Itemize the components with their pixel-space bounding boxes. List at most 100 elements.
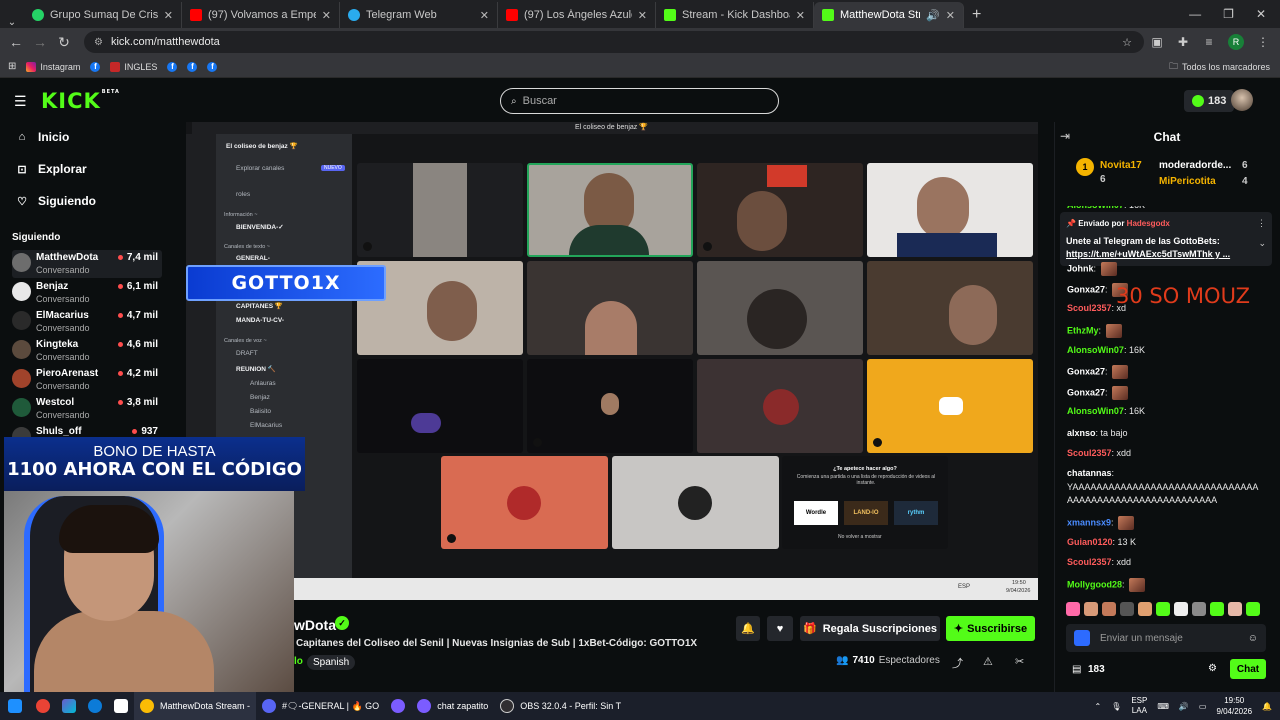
- facebook-icon[interactable]: f: [187, 61, 198, 72]
- minimize-icon[interactable]: —: [1189, 7, 1201, 21]
- follow-button[interactable]: ♥: [767, 616, 793, 641]
- media-icon[interactable]: ≡: [1196, 35, 1222, 49]
- site-info-icon[interactable]: ⚙: [94, 37, 103, 48]
- chat-username[interactable]: Gonxa27: [1067, 387, 1105, 397]
- activity-wordle[interactable]: Wordle: [794, 501, 838, 525]
- close-window-icon[interactable]: ✕: [1256, 7, 1266, 21]
- chat-username[interactable]: Guian0120: [1067, 537, 1113, 547]
- volume-icon[interactable]: 🔊: [1179, 702, 1189, 711]
- nav-siguiendo[interactable]: ♡ Siguiendo: [16, 194, 96, 208]
- chat-input[interactable]: Enviar un mensaje ☺: [1066, 624, 1266, 652]
- address-bar[interactable]: ⚙ kick.com/matthewdota ☆: [84, 31, 1144, 53]
- notifications-button[interactable]: 🔔: [736, 616, 760, 641]
- chat-username[interactable]: Gonxa27: [1067, 366, 1105, 376]
- clock[interactable]: 19:50 9/04/2026: [1216, 695, 1252, 717]
- stream-category[interactable]: lo: [294, 656, 303, 667]
- chat-username[interactable]: Mollygood28: [1067, 579, 1122, 589]
- emote[interactable]: [1102, 602, 1116, 616]
- back-icon[interactable]: ←: [4, 34, 28, 50]
- tab-search-icon[interactable]: ⌄: [0, 17, 24, 28]
- forward-icon[interactable]: →: [28, 34, 52, 50]
- notifications-icon[interactable]: 🔔: [1262, 702, 1272, 711]
- taskbar-pinned[interactable]: [30, 692, 56, 720]
- network-icon[interactable]: ⌨: [1157, 702, 1169, 711]
- chevron-up-icon[interactable]: ⌃: [1094, 702, 1101, 711]
- chat-send-button[interactable]: Chat: [1230, 659, 1266, 679]
- taskbar-pinned[interactable]: [56, 692, 82, 720]
- hamburger-menu-icon[interactable]: ☰: [14, 93, 27, 110]
- taskbar-app-obs[interactable]: OBS 32.0.4 - Perfil: Sin T: [494, 692, 627, 720]
- search-input[interactable]: ⌕ Buscar: [500, 88, 779, 114]
- taskbar-app-chat[interactable]: chat zapatito: [411, 692, 494, 720]
- taskbar-pinned[interactable]: [82, 692, 108, 720]
- bookmark-instagram[interactable]: Instagram: [26, 61, 80, 72]
- chat-username[interactable]: Johnk: [1067, 263, 1094, 273]
- bookmark-ingles[interactable]: INGLES: [110, 61, 157, 72]
- facebook-icon[interactable]: f: [207, 61, 218, 72]
- close-icon[interactable]: ✕: [796, 9, 805, 22]
- wallet-icon[interactable]: ▤: [1072, 664, 1081, 675]
- chat-username[interactable]: Scoul2357: [1067, 448, 1112, 458]
- emote[interactable]: [1156, 602, 1170, 616]
- language-tag[interactable]: Spanish: [307, 655, 356, 670]
- chat-username[interactable]: alxnso: [1067, 428, 1096, 438]
- browser-tab[interactable]: Grupo Sumaq De Crispín Alegr✕: [24, 2, 182, 28]
- chevron-down-icon[interactable]: ⌄: [1258, 238, 1266, 249]
- chat-username[interactable]: chatannas: [1067, 468, 1112, 478]
- gift-subs-button[interactable]: 🎁 Regala Suscripciones: [800, 616, 940, 641]
- chat-username[interactable]: Gonxa27: [1067, 284, 1105, 294]
- start-button[interactable]: [0, 692, 30, 720]
- emote[interactable]: [1066, 602, 1080, 616]
- kick-logo[interactable]: KICKBETA: [41, 89, 120, 113]
- sidebar-channel[interactable]: ElMacarius Conversando 4,7 mil: [12, 308, 162, 336]
- sidebar-channel[interactable]: PieroArenast Conversando 4,2 mil: [12, 366, 162, 394]
- close-icon[interactable]: ✕: [480, 9, 489, 22]
- close-icon[interactable]: ✕: [638, 9, 647, 22]
- close-icon[interactable]: ✕: [946, 9, 955, 22]
- report-icon[interactable]: ⚠: [983, 655, 993, 668]
- browser-tab[interactable]: (97) Volvamos a Empezar - You✕: [182, 2, 340, 28]
- bookmark-star-icon[interactable]: ☆: [1122, 36, 1132, 49]
- language-indicator[interactable]: ESP LAA: [1131, 696, 1147, 716]
- sidebar-channel[interactable]: Westcol Conversando 3,8 mil: [12, 395, 162, 423]
- emote[interactable]: [1210, 602, 1224, 616]
- sidebar-channel[interactable]: Benjaz Conversando 6,1 mil: [12, 279, 162, 307]
- taskbar-app-discord[interactable]: #🗨-GENERAL | 🔥 GO: [256, 692, 385, 720]
- taskbar-app-kick[interactable]: [385, 692, 411, 720]
- emote[interactable]: [1120, 602, 1134, 616]
- browser-tab-active[interactable]: MatthewDota Stream - Wat🔊✕: [814, 2, 964, 28]
- chat-identity-icon[interactable]: [1074, 630, 1090, 646]
- emote[interactable]: [1084, 602, 1098, 616]
- chat-username[interactable]: xmannsx9: [1067, 517, 1111, 527]
- chat-username[interactable]: EthzMy: [1067, 325, 1099, 335]
- activity-rythm[interactable]: rythm: [894, 501, 938, 525]
- mic-icon[interactable]: 🎙: [1111, 702, 1121, 711]
- chat-username[interactable]: Scoul2357: [1067, 557, 1112, 567]
- nav-explorar[interactable]: ⊡ Explorar: [16, 162, 86, 176]
- all-bookmarks[interactable]: 🗀 Todos los marcadores: [1169, 59, 1270, 75]
- emoji-icon[interactable]: ☺: [1248, 633, 1258, 644]
- chat-username[interactable]: Scoul2357: [1067, 303, 1112, 313]
- pinned-message[interactable]: 📌 Enviado por Hadesgodx Unete al Telegra…: [1060, 212, 1272, 266]
- taskbar-app-chrome[interactable]: MatthewDota Stream -: [134, 692, 257, 720]
- settings-icon[interactable]: ⚙: [1208, 663, 1217, 674]
- activity-land-io[interactable]: LAND-IO: [844, 501, 888, 525]
- streamer-name[interactable]: wDota: [294, 617, 336, 633]
- browser-tab[interactable]: Telegram Web ✕: [340, 2, 498, 28]
- emote[interactable]: [1174, 602, 1188, 616]
- battery-icon[interactable]: ▭: [1199, 702, 1207, 711]
- user-avatar[interactable]: [1231, 89, 1253, 111]
- apps-grid-icon[interactable]: ⊞: [8, 61, 16, 72]
- nav-inicio[interactable]: ⌂ Inicio: [16, 130, 70, 144]
- sidebar-channel[interactable]: Kingteka Conversando 4,6 mil: [12, 337, 162, 365]
- subscribe-button[interactable]: ✦ Suscribirse: [946, 616, 1035, 641]
- close-icon[interactable]: ✕: [322, 9, 331, 22]
- more-icon[interactable]: ⋮: [1257, 218, 1266, 229]
- profile-avatar[interactable]: R: [1228, 34, 1244, 50]
- emote[interactable]: [1138, 602, 1152, 616]
- close-icon[interactable]: ✕: [164, 9, 173, 22]
- menu-icon[interactable]: ⋮: [1250, 35, 1276, 49]
- browser-tab[interactable]: (97) Los Ángeles Azules - Nunc✕: [498, 2, 656, 28]
- screenshot-icon[interactable]: ▣: [1144, 35, 1170, 49]
- extensions-icon[interactable]: ✚: [1170, 35, 1196, 49]
